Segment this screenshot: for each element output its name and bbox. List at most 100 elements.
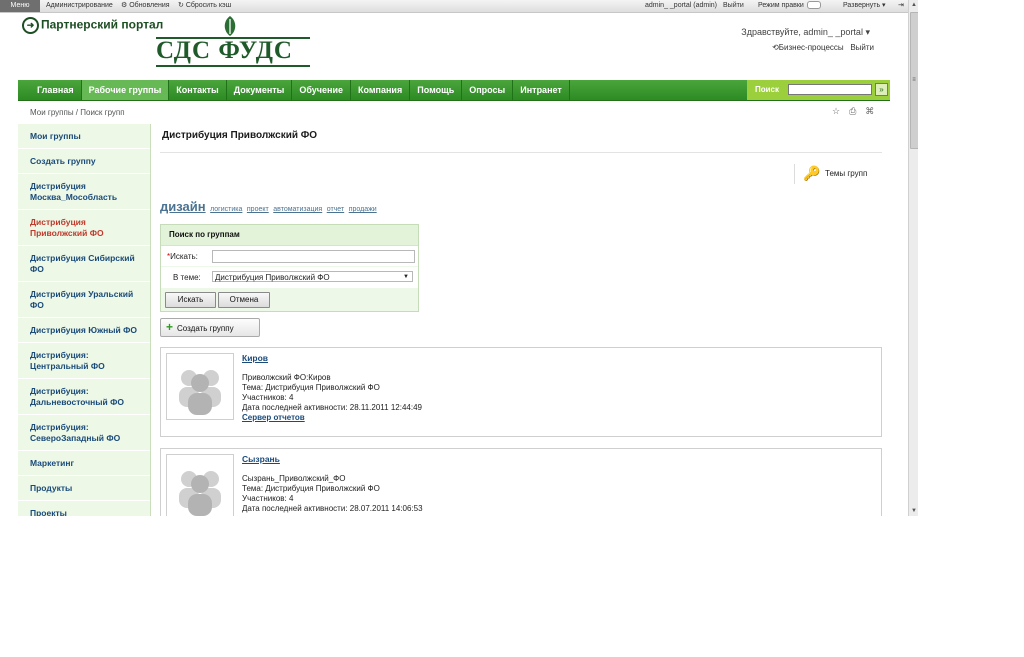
sidebar-item-my-groups[interactable]: Мои группы [18,124,150,149]
theme-label: В теме: [173,273,201,282]
user-greeting[interactable]: Здравствуйте, admin_ _portal ▾ [741,27,870,38]
group-extra-link[interactable]: Сервер отчетов [242,413,305,422]
group-theme: Тема: Дистрибуция Приволжский ФО [242,484,380,493]
admin-user-link[interactable]: admin_ _portal (admin) [645,0,717,12]
menu-item-contacts[interactable]: Контакты [169,80,227,100]
search-label: Поиск [755,85,780,94]
chevron-down-icon: ▾ [865,27,870,37]
breadcrumb[interactable]: Мои группы / Поиск групп [30,108,125,117]
sidebar-item-siberia[interactable]: Дистрибуция Сибирский ФО [18,246,150,282]
group-card: Сызрань Сызрань_Приволжский_ФО Тема: Дис… [160,448,882,516]
site-search: Поиск » [747,80,890,100]
vertical-scrollbar[interactable]: ▲ ≡ ▼ [908,0,918,516]
group-name-link[interactable]: Киров [242,353,268,363]
sidebar-item-far-east[interactable]: Дистрибуция: Дальневосточный ФО [18,379,150,415]
page-tools: ☆ ⎙ ⌘ [832,106,883,117]
reset-cache-link[interactable]: ↻ Сбросить кэш [178,0,231,12]
search-button[interactable]: Искать [165,292,216,308]
logout-link[interactable]: Выйти [850,43,874,52]
menu-item-training[interactable]: Обучение [292,80,352,100]
pin-icon[interactable]: ⇥ [898,0,904,12]
search-form-header: Поиск по группам [161,225,418,246]
sidebar-item-south[interactable]: Дистрибуция Южный ФО [18,318,150,343]
scroll-up-icon[interactable]: ▲ [909,0,918,10]
favorite-star-icon[interactable]: ☆ [832,106,840,116]
admin-panel: Меню Администрирование ⚙ Обновления ↻ Сб… [0,0,908,13]
theme-select[interactable]: Дистрибуция Приволжский ФО ▼ [212,271,413,282]
business-process-icon: ⟲ [772,43,779,52]
administration-link[interactable]: Администрирование [46,0,113,12]
group-last-activity: Дата последней активности: 28.11.2011 12… [242,403,422,412]
sitemap-icon[interactable]: ⌘ [865,106,874,116]
group-avatar [166,353,234,420]
sidebar-item-central[interactable]: Дистрибуция: Центральный ФО [18,343,150,379]
group-name-link[interactable]: Сызрань [242,454,280,464]
menu-button[interactable]: Меню [0,0,40,12]
arrow-right-circle-icon: ➜ [22,17,39,34]
scroll-down-icon[interactable]: ▼ [909,506,918,516]
menu-item-company[interactable]: Компания [351,80,411,100]
company-logo[interactable]: СДС ФУДС [156,13,314,69]
menu-item-workgroups[interactable]: Рабочие группы [81,80,170,100]
menu-item-documents[interactable]: Документы [227,80,293,100]
business-processes-link[interactable]: ⟲Бизнес-процессы [772,43,844,52]
print-icon[interactable]: ⎙ [849,106,856,116]
tag-sales[interactable]: продажи [349,206,377,213]
toggle-switch-icon [806,1,821,10]
sidebar-item-volga[interactable]: Дистрибуция Приволжский ФО [18,210,150,246]
logo-bottom-line [156,65,310,67]
menu-item-help[interactable]: Помощь [410,80,463,100]
browser-viewport: Меню Администрирование ⚙ Обновления ↻ Сб… [0,0,918,516]
scroll-grip-icon: ≡ [912,77,916,83]
group-description: Приволжский ФО:Киров [242,373,331,382]
tag-logistics[interactable]: логистика [210,206,242,213]
find-input[interactable] [212,250,415,263]
cancel-button[interactable]: Отмена [218,292,270,308]
create-group-label: Создать группу [177,324,234,333]
portal-title[interactable]: ➜ Партнерский портал [22,17,163,34]
admin-logout-link[interactable]: Выйти [723,0,744,12]
theme-row: В теме: Дистрибуция Приволжский ФО ▼ [161,267,418,288]
tag-automation[interactable]: автоматизация [273,206,322,213]
group-people-icon [179,370,221,415]
sidebar-item-north-west[interactable]: Дистрибуция: СевероЗападный ФО [18,415,150,451]
sidebar-item-moscow[interactable]: Дистрибуция Москва_Мособласть [18,174,150,210]
group-avatar [166,454,234,516]
group-last-activity: Дата последней активности: 28.07.2011 14… [242,504,423,513]
find-label-text: Искать: [170,252,198,261]
title-divider [160,152,882,153]
site-header: ➜ Партнерский портал СДС ФУДС Здравствуйт… [18,13,890,79]
business-processes-label: Бизнес-процессы [778,43,844,52]
sidebar-item-create-group[interactable]: Создать группу [18,149,150,174]
sidebar-item-products[interactable]: Продукты [18,476,150,501]
tag-project[interactable]: проект [247,206,269,213]
menu-item-intranet[interactable]: Интранет [513,80,570,100]
tag-report[interactable]: отчет [327,206,344,213]
group-theme: Тема: Дистрибуция Приволжский ФО [242,383,380,392]
edit-mode-toggle[interactable]: Режим правки [758,0,821,12]
search-go-button[interactable]: » [875,83,888,96]
group-members: Участников: 4 [242,393,294,402]
menu-item-main[interactable]: Главная [30,80,82,100]
updates-icon: ⚙ [121,2,130,9]
expand-button[interactable]: Развернуть ▾ [843,0,886,12]
sidebar-item-marketing[interactable]: Маркетинг [18,451,150,476]
updates-link[interactable]: ⚙ Обновления [121,0,170,12]
group-themes-label: Темы групп [825,169,868,178]
search-input[interactable] [788,84,872,95]
sidebar-item-ural[interactable]: Дистрибуция Уральский ФО [18,282,150,318]
find-label: *Искать: [167,252,198,261]
find-row: *Искать: [161,246,418,266]
logo-text: СДС ФУДС [156,37,293,64]
expand-label: Развернуть [843,2,881,9]
group-themes-link[interactable]: 🔑 Темы групп [794,164,873,184]
create-group-button[interactable]: + Создать группу [160,318,260,337]
menu-item-polls[interactable]: Опросы [462,80,514,100]
updates-label: Обновления [129,2,170,9]
tag-design[interactable]: дизайн [160,199,206,214]
main-content: Дистрибуция Приволжский ФО 🔑 Темы групп … [160,124,882,516]
plus-icon: + [166,320,174,334]
leaf-logo-icon [224,16,236,36]
sidebar-item-projects[interactable]: Проекты [18,501,150,516]
portal-title-text: Партнерский портал [41,17,164,32]
